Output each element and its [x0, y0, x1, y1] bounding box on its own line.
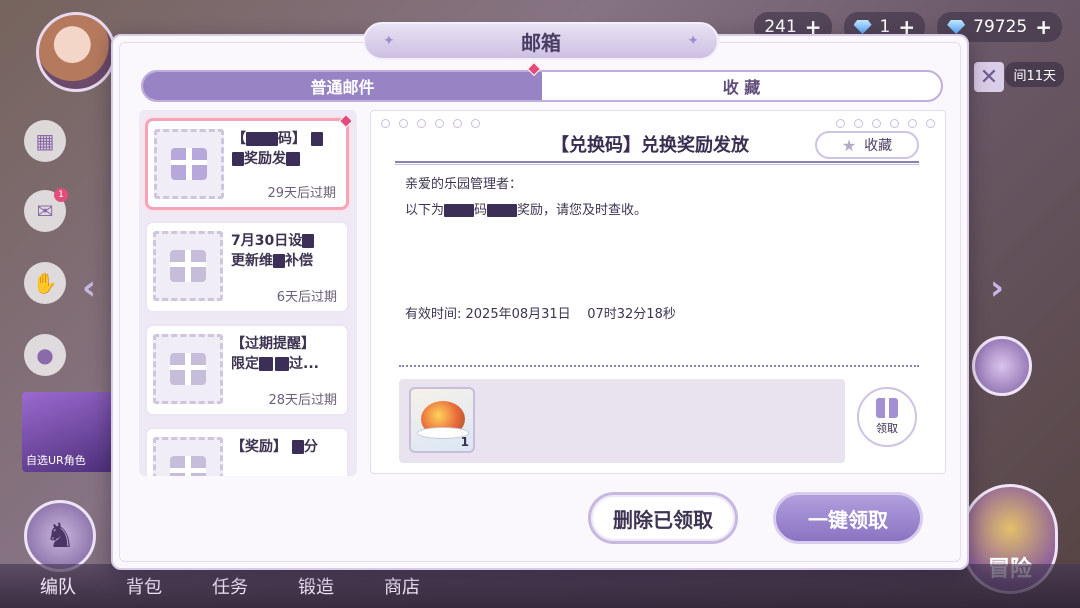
bottom-nav: 编队 背包 任务 锻造 商店: [0, 564, 1080, 608]
mail-list[interactable]: 【 码】 奖励发 29天后过期 7月30日设 更新维 补偿 6天后过期 【过期提醒】…: [139, 110, 357, 476]
claim-button[interactable]: 领取: [857, 387, 917, 447]
diamond-icon: [947, 20, 966, 34]
mail-title-part: 7月30日设: [231, 233, 303, 249]
redaction: [259, 357, 273, 371]
knight-icon[interactable]: ♞: [24, 500, 96, 572]
sparkle-icon: ✦: [687, 33, 699, 49]
valid-date: 有效时间: 2025年08月31日: [405, 307, 571, 322]
redaction: [291, 440, 304, 454]
star-icon: ★: [841, 135, 857, 155]
dialog-title: 邮箱: [521, 30, 561, 55]
mail-title-part: 分: [303, 439, 318, 455]
gift-stamp-icon: [153, 231, 223, 301]
player-avatar[interactable]: [36, 12, 116, 92]
mail-icon[interactable]: ✉ 1: [24, 188, 68, 232]
nav-tasks[interactable]: 任务: [212, 573, 248, 599]
paradise-button[interactable]: [972, 336, 1032, 396]
mail-title-part: 更新维: [231, 253, 273, 269]
gift-stamp-icon: [153, 334, 223, 404]
gift-stamp-icon: [153, 437, 223, 476]
favorite-label: 收藏: [864, 138, 893, 154]
redaction: [302, 234, 315, 248]
mail-expire: 28天后过期: [268, 393, 337, 408]
promo-banner[interactable]: 自选UR角色: [22, 392, 114, 472]
promo-text: 自选UR角色: [26, 454, 86, 467]
grid-menu-icon[interactable]: ▦: [24, 120, 66, 162]
reward-item-food[interactable]: 1: [409, 387, 475, 453]
valid-clock: 07时32分18秒: [587, 307, 676, 322]
sparkle-icon: ✦: [383, 33, 395, 49]
claim-label: 领取: [876, 422, 898, 435]
mail-title-part: 奖励发: [244, 151, 286, 167]
mail-detail-panel: 【兑换码】兑换奖励发放 ★ 收藏 亲爱的乐园管理者： 以下为 码 奖励，请您及时查收…: [370, 110, 946, 474]
nav-shop[interactable]: 商店: [384, 573, 420, 599]
nav-bag[interactable]: 背包: [126, 573, 162, 599]
tab-normal-mail[interactable]: 普通邮件: [143, 72, 542, 100]
mail-item[interactable]: 7月30日设 更新维 补偿 6天后过期: [145, 221, 349, 313]
arrow-left-icon[interactable]: ‹: [82, 268, 96, 308]
mailbox-dialog: ✦ 邮箱 ✦ 普通邮件 收 藏 【 码】 奖励发 29天后过期 7月30日设 更新…: [111, 22, 969, 570]
mail-tabs: 普通邮件 收 藏: [141, 70, 943, 102]
mail-body-part: 码: [474, 203, 488, 218]
mail-body-part: 以下为: [405, 203, 445, 218]
close-icon[interactable]: ✕: [974, 62, 1004, 92]
delete-claimed-button[interactable]: 删除已领取: [588, 492, 738, 544]
mail-greeting: 亲爱的乐园管理者：: [405, 177, 523, 192]
gift-icon: [876, 398, 898, 418]
mail-title-part: 码】: [278, 131, 306, 147]
mail-badge: 1: [54, 188, 68, 202]
mail-item[interactable]: 【奖励】 分: [145, 427, 349, 476]
decor-dots: [381, 119, 480, 128]
nav-team[interactable]: 编队: [40, 573, 76, 599]
mail-item[interactable]: 【过期提醒】 限定 过... 28天后过期: [145, 324, 349, 416]
mail-detail-title: 【兑换码】兑换奖励发放: [551, 135, 749, 156]
tab-favorites[interactable]: 收 藏: [542, 72, 941, 100]
mail-body: 以下为 码 奖励，请您及时查收。: [405, 199, 647, 218]
mail-title-part: 【奖励】: [231, 439, 287, 455]
title-divider: [395, 161, 919, 165]
mail-item-selected[interactable]: 【 码】 奖励发 29天后过期: [145, 113, 354, 210]
mail-title: 7月30日设 更新维 补偿: [231, 231, 343, 271]
redaction: [273, 254, 285, 268]
unread-dot: [338, 113, 354, 129]
mail-title-part: 【过期提醒】: [231, 336, 315, 352]
claim-all-button[interactable]: 一键领取: [773, 492, 923, 544]
favorite-button[interactable]: ★ 收藏: [815, 131, 919, 159]
arrow-right-icon[interactable]: ›: [990, 268, 1004, 308]
add-diamond-icon[interactable]: +: [1035, 15, 1052, 39]
redaction: [444, 204, 475, 217]
gem-icon: [853, 20, 872, 34]
balloon-icon[interactable]: ●: [24, 334, 66, 376]
redaction: [487, 204, 518, 217]
decor-dots: [836, 119, 935, 128]
redaction: [275, 357, 289, 371]
remain-time-badge: 间11天: [1005, 62, 1064, 87]
mail-title-part: 【: [232, 131, 246, 147]
redaction: [310, 132, 323, 146]
mail-title-part: 补偿: [285, 253, 313, 269]
mail-title-part: 限定: [231, 356, 259, 372]
valid-time: 有效时间: 2025年08月31日 07时32分18秒: [405, 303, 676, 322]
mail-title: 【过期提醒】 限定 过...: [231, 334, 343, 374]
mail-expire: 29天后过期: [267, 186, 336, 201]
reward-list: 1: [399, 379, 845, 463]
mail-expire: 6天后过期: [276, 290, 337, 305]
diamond-value: 79725: [973, 17, 1028, 37]
redaction: [232, 152, 244, 166]
handshake-icon[interactable]: ✋: [24, 262, 66, 304]
dialog-title-plate: ✦ 邮箱 ✦: [363, 22, 719, 60]
mail-title: 【奖励】 分: [231, 437, 343, 457]
mail-title: 【 码】 奖励发: [232, 129, 344, 169]
mail-title-part: 过...: [289, 356, 319, 372]
mail-body-part: 奖励，请您及时查收。: [517, 203, 648, 218]
gift-stamp-icon: [154, 129, 224, 199]
dotted-divider: [399, 365, 919, 367]
reward-count: 1: [460, 435, 469, 449]
redaction: [286, 152, 300, 166]
redaction: [246, 132, 278, 146]
nav-forge[interactable]: 锻造: [298, 573, 334, 599]
